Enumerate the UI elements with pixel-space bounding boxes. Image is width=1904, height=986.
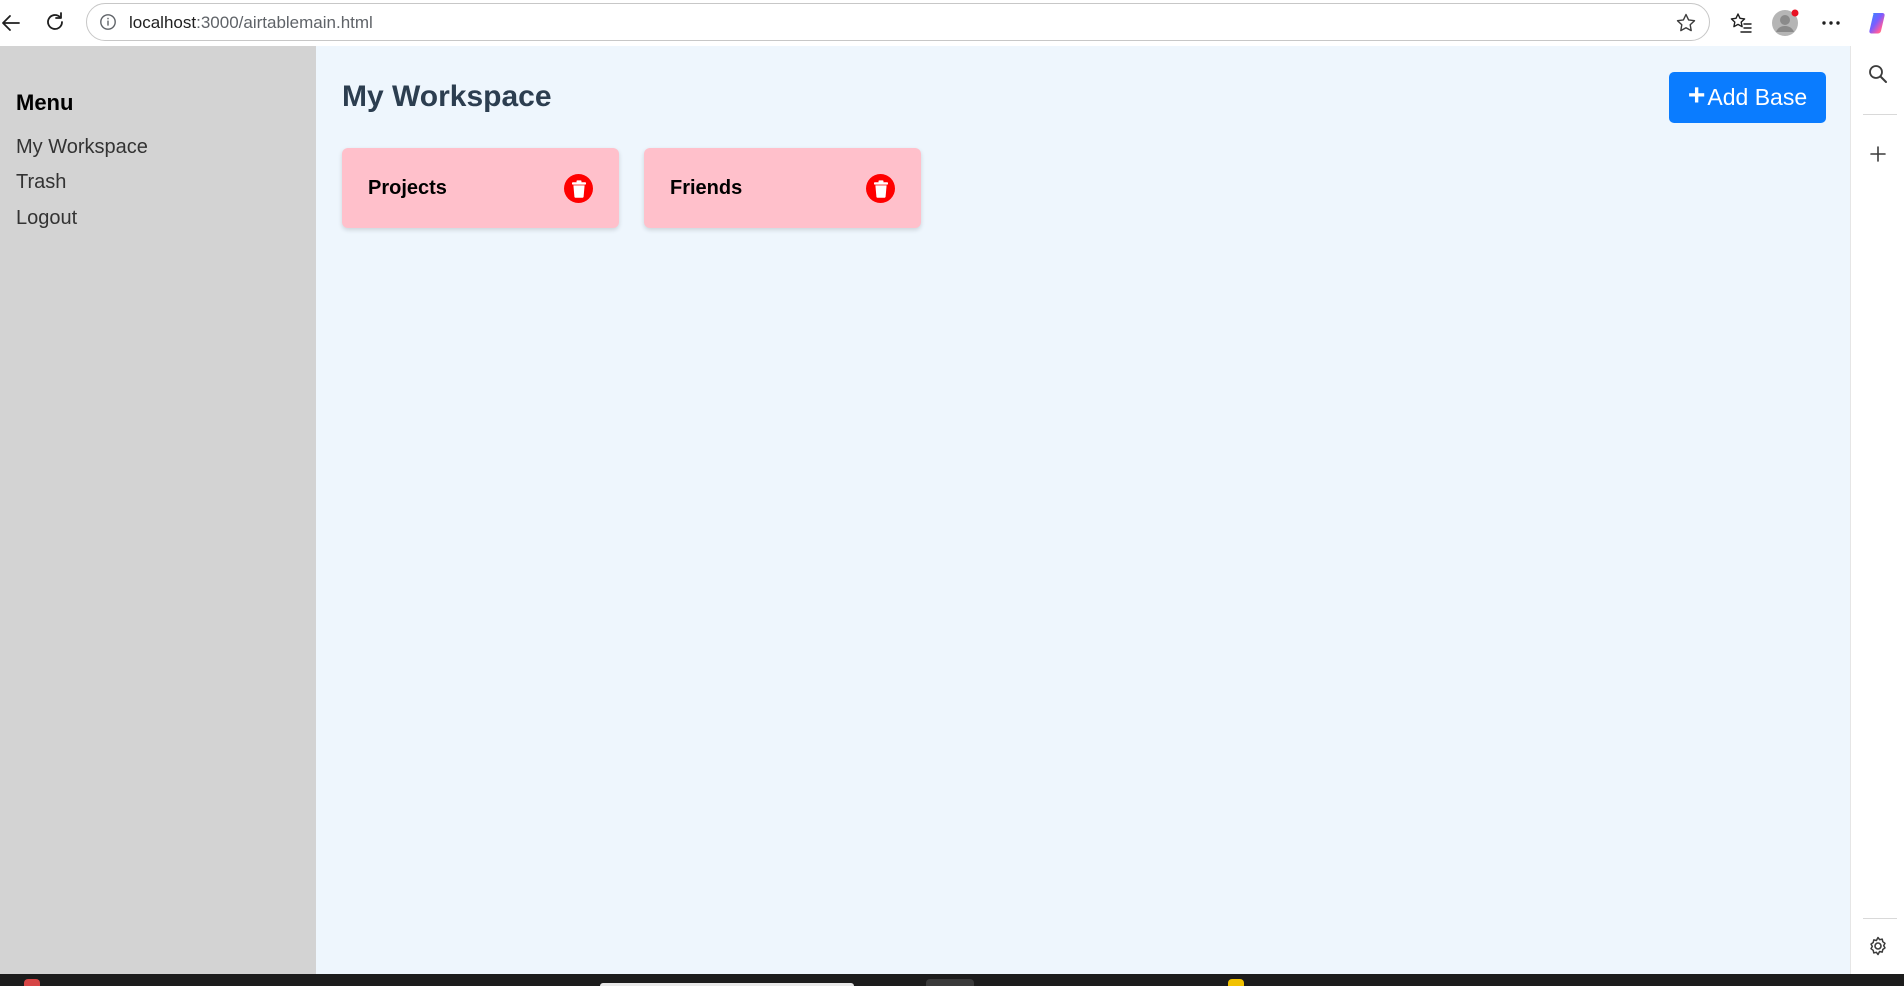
sidebar-add-button[interactable] — [1863, 139, 1893, 169]
more-icon — [1822, 21, 1840, 25]
delete-base-button[interactable] — [866, 174, 895, 203]
page-title: My Workspace — [342, 80, 552, 113]
browser-sidebar — [1850, 46, 1904, 974]
profile-icon — [1772, 9, 1799, 36]
base-card-projects[interactable]: Projects — [342, 148, 619, 228]
base-card-name: Projects — [368, 177, 447, 199]
profile-button[interactable] — [1768, 6, 1802, 40]
taskbar-app-icon[interactable] — [926, 979, 974, 986]
plus-icon: + — [1687, 79, 1706, 112]
os-taskbar — [0, 974, 1904, 986]
sidebar-item-my-workspace[interactable]: My Workspace — [16, 136, 148, 159]
menu-heading: Menu — [16, 90, 74, 115]
sidebar-divider — [1863, 114, 1897, 115]
plus-icon — [1870, 146, 1886, 162]
url-host: localhost — [129, 13, 197, 32]
copilot-icon — [1869, 13, 1885, 34]
reload-icon — [47, 12, 63, 30]
more-button[interactable] — [1814, 6, 1848, 40]
main-content: My Workspace + Add Base Projects Friends — [316, 46, 1850, 974]
sidebar-search-button[interactable] — [1863, 59, 1893, 89]
back-button[interactable] — [0, 6, 28, 40]
sidebar-item-logout[interactable]: Logout — [16, 207, 77, 230]
trash-icon — [873, 179, 888, 198]
sidebar-divider — [1863, 918, 1897, 919]
delete-base-button[interactable] — [564, 174, 593, 203]
page-viewport: Menu My Workspace Trash Logout My Worksp… — [0, 46, 1850, 974]
favorites-button[interactable] — [1724, 6, 1758, 40]
trash-icon — [571, 179, 586, 198]
taskbar-app-icon[interactable] — [24, 979, 40, 986]
sidebar-item-trash[interactable]: Trash — [16, 171, 66, 194]
star-icon[interactable] — [1675, 12, 1697, 34]
base-card-friends[interactable]: Friends — [644, 148, 921, 228]
settings-icon — [1870, 936, 1886, 956]
add-base-label: Add Base — [1707, 84, 1808, 110]
base-card-name: Friends — [670, 177, 743, 199]
add-base-button[interactable]: + Add Base — [1669, 72, 1826, 123]
sidebar-settings-button[interactable] — [1863, 931, 1893, 961]
url-text[interactable]: localhost:3000/airtablemain.html — [129, 13, 373, 33]
info-icon[interactable] — [99, 13, 117, 31]
browser-toolbar: localhost:3000/airtablemain.html — [0, 0, 1904, 46]
url-path: :3000/airtablemain.html — [196, 13, 373, 32]
address-bar[interactable]: localhost:3000/airtablemain.html — [86, 3, 1710, 41]
app-sidebar: Menu My Workspace Trash Logout — [0, 46, 316, 974]
copilot-button[interactable] — [1860, 6, 1894, 40]
favorites-icon — [1730, 13, 1752, 33]
taskbar-app-icon[interactable] — [1228, 979, 1244, 986]
back-icon — [2, 15, 20, 31]
search-icon — [1869, 65, 1887, 83]
reload-button[interactable] — [38, 5, 72, 39]
